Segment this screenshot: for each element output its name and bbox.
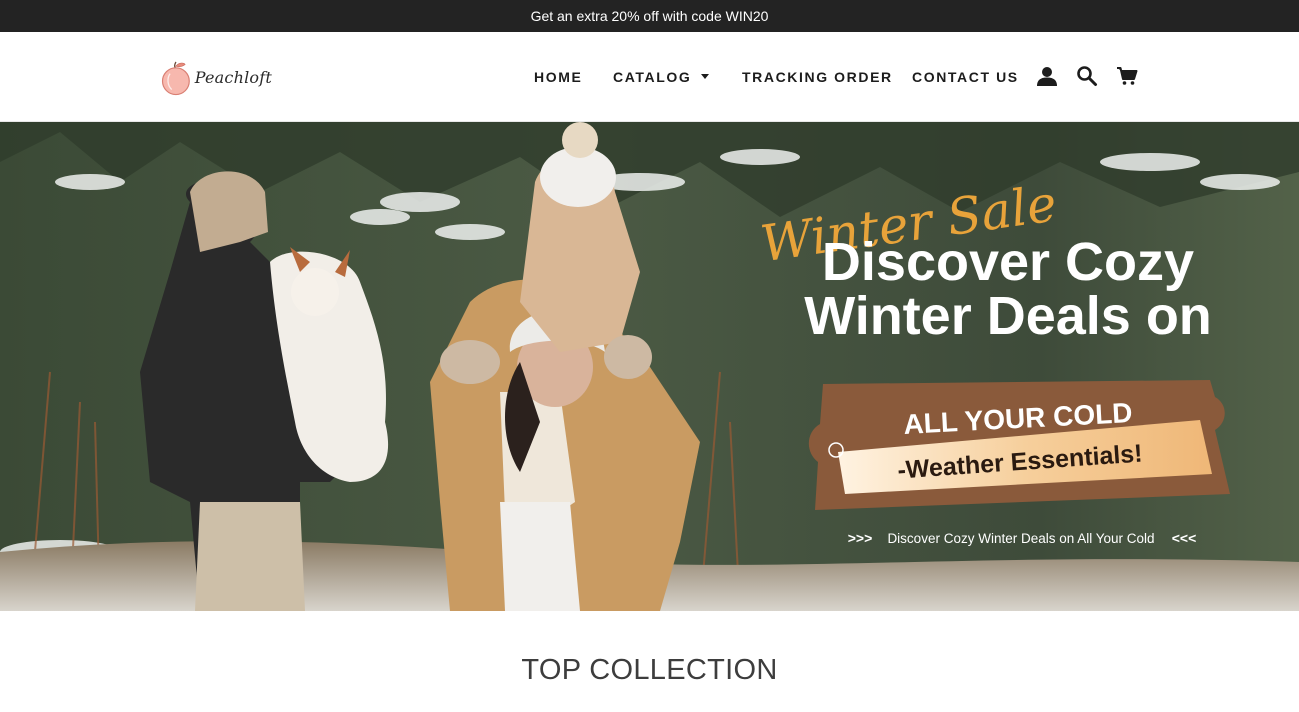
hero-caption: Discover Cozy Winter Deals on All Your C… (887, 531, 1154, 546)
caption-prefix: >>> (848, 530, 873, 546)
cart-icon[interactable] (1116, 65, 1138, 87)
site-header: Peachloft HOME CATALOG TRACKING ORDER CO… (0, 32, 1299, 122)
hero-image: Winter Sale Discover Cozy Winter Deals o… (0, 122, 1299, 611)
brand-logo[interactable]: Peachloft (160, 54, 272, 100)
announcement-bar: Get an extra 20% off with code WIN20 (0, 0, 1299, 32)
caption-suffix: <<< (1172, 530, 1197, 546)
nav-catalog-label: CATALOG (613, 69, 692, 85)
nav-home[interactable]: HOME (534, 69, 582, 85)
nav-contact-us[interactable]: CONTACT US (912, 69, 1019, 85)
chevron-down-icon (701, 73, 710, 79)
hero-headline-2: Winter Deals on (804, 286, 1212, 346)
nav-catalog[interactable]: CATALOG (613, 69, 710, 85)
hero-ticket: ALL YOUR COLD -Weather Essentials! (808, 380, 1230, 510)
search-icon[interactable] (1076, 65, 1098, 87)
account-icon[interactable] (1036, 65, 1058, 87)
top-collection-title: TOP COLLECTION (521, 654, 778, 686)
hero-banner[interactable]: Winter Sale Discover Cozy Winter Deals o… (0, 122, 1299, 611)
peach-logo-icon (161, 61, 190, 96)
hero-headline-1: Discover Cozy (822, 232, 1194, 292)
brand-name: Peachloft (194, 67, 272, 87)
announcement-text: Get an extra 20% off with code WIN20 (530, 8, 769, 24)
nav-tracking-order[interactable]: TRACKING ORDER (742, 69, 893, 85)
